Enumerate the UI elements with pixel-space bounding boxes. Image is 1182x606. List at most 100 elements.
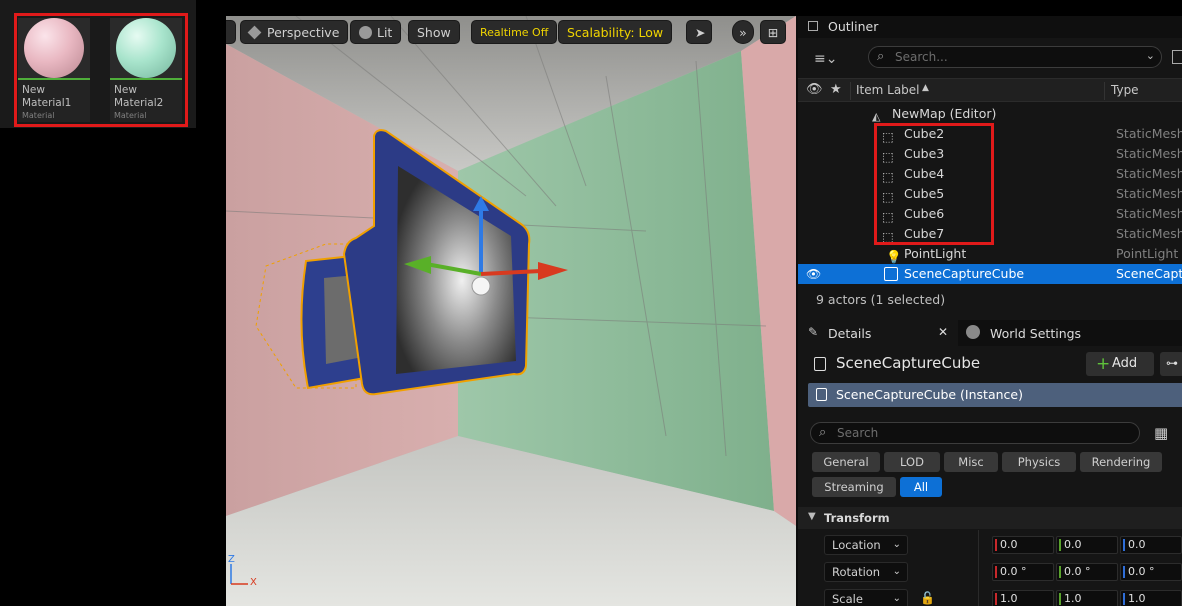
row-type: StaticMeshA: [1116, 126, 1182, 141]
row-type: PointLight: [1116, 246, 1179, 261]
chevron-down-icon: ⌄: [892, 566, 901, 577]
close-icon[interactable]: ✕: [938, 325, 948, 339]
transform-section-title: Transform: [824, 511, 890, 525]
pencil-icon: ✎: [808, 325, 819, 339]
chevron-down-icon: ⌄: [892, 539, 901, 550]
map-icon: ◭: [872, 110, 881, 123]
cursor-arrow-icon: ➤: [695, 25, 706, 40]
transform-section-header[interactable]: ▼ Transform: [798, 507, 1182, 529]
rotation-dropdown[interactable]: Rotation ⌄: [824, 562, 908, 582]
eye-icon[interactable]: 👁: [806, 264, 821, 284]
component-instance-label: SceneCaptureCube (Instance): [836, 387, 1023, 402]
eye-icon[interactable]: 👁: [806, 82, 823, 97]
scale-x-field[interactable]: 1.0: [992, 590, 1054, 606]
viewport-menu-button[interactable]: [226, 20, 236, 44]
details-tab-title[interactable]: Details: [828, 326, 871, 341]
row-name: NewMap (Editor): [892, 106, 997, 121]
outliner-tabbar: Outliner: [798, 16, 1182, 38]
filter-all[interactable]: All: [900, 477, 942, 497]
lit-button[interactable]: Lit: [350, 20, 402, 44]
item-label-column-header[interactable]: Item Label: [856, 83, 920, 97]
select-mode-button[interactable]: ➤: [686, 20, 712, 44]
row-type: StaticMeshA: [1116, 226, 1182, 241]
outliner-row-pointlight[interactable]: 💡 PointLight PointLight: [798, 244, 1182, 264]
globe-icon: [966, 325, 980, 339]
location-x-field[interactable]: 0.0: [992, 536, 1054, 554]
filter-rendering[interactable]: Rendering: [1080, 452, 1162, 472]
details-tab[interactable]: [798, 320, 958, 346]
add-label: Add: [1112, 356, 1138, 371]
outliner-tab-icon: [808, 21, 818, 31]
realtime-label: Realtime Off: [480, 26, 549, 39]
settings-icon[interactable]: [1172, 50, 1182, 64]
lit-label: Lit: [377, 25, 393, 40]
lock-icon[interactable]: 🔓: [920, 591, 935, 605]
type-column-header[interactable]: Type: [1111, 83, 1139, 97]
rotation-label: Rotation: [832, 565, 881, 579]
filter-lod[interactable]: LOD: [884, 452, 940, 472]
layout-button[interactable]: ⊞: [760, 20, 786, 44]
perspective-label: Perspective: [267, 25, 340, 40]
scalability-button[interactable]: Scalability: Low: [558, 20, 673, 44]
scale-label: Scale: [832, 592, 863, 606]
outliner-tab-title[interactable]: Outliner: [828, 19, 878, 34]
blueprint-button[interactable]: ⊶: [1160, 352, 1182, 376]
chevron-down-icon: ⌄: [892, 593, 901, 604]
column-divider: [850, 82, 851, 100]
row-name: PointLight: [904, 246, 967, 261]
chevron-down-icon[interactable]: ⌄: [1146, 49, 1155, 62]
viewport-scene: [226, 16, 796, 606]
object-name: SceneCaptureCube: [836, 354, 981, 372]
filter-misc[interactable]: Misc: [944, 452, 998, 472]
table-view-icon[interactable]: ▦: [1154, 424, 1168, 442]
location-z-field[interactable]: 0.0: [1120, 536, 1182, 554]
row-type: StaticMeshA: [1116, 166, 1182, 181]
details-search-input[interactable]: ⌕ Search: [810, 422, 1140, 444]
lit-sphere-icon: [359, 26, 372, 39]
overflow-button[interactable]: »: [732, 20, 754, 44]
outliner-row-map[interactable]: ◭ NewMap (Editor): [798, 104, 1182, 124]
star-icon[interactable]: ★: [830, 82, 842, 97]
filter-physics[interactable]: Physics: [1002, 452, 1076, 472]
add-component-button[interactable]: + Add: [1086, 352, 1154, 376]
collapse-arrow-icon: ▼: [808, 511, 816, 522]
details-tabbar: ✎ Details ✕ World Settings: [798, 320, 1182, 346]
realtime-off-button[interactable]: Realtime Off: [471, 20, 558, 44]
scale-y-field[interactable]: 1.0: [1056, 590, 1118, 606]
show-button[interactable]: Show: [408, 20, 460, 44]
light-bulb-icon: 💡: [886, 249, 902, 264]
perspective-button[interactable]: Perspective: [240, 20, 349, 44]
rotation-y-field[interactable]: 0.0 °: [1056, 563, 1118, 581]
row-type: SceneCaptu: [1116, 266, 1182, 281]
scale-dropdown[interactable]: Scale ⌄: [824, 589, 908, 606]
highlight-box: [14, 13, 188, 127]
cube-icon: [247, 25, 262, 40]
filter-general[interactable]: General: [812, 452, 880, 472]
rotation-z-field[interactable]: 0.0 °: [1120, 563, 1182, 581]
world-settings-tab[interactable]: World Settings: [990, 326, 1081, 341]
sort-ascending-icon: ▲: [922, 83, 929, 93]
scale-z-field[interactable]: 1.0: [1120, 590, 1182, 606]
filter-icon[interactable]: ≡⌄: [814, 51, 837, 67]
search-placeholder: Search...: [895, 50, 948, 64]
component-instance-row[interactable]: SceneCaptureCube (Instance): [808, 383, 1182, 407]
search-placeholder: Search: [837, 426, 879, 440]
row-type: StaticMeshA: [1116, 186, 1182, 201]
hierarchy-icon: ⊶: [1166, 356, 1178, 370]
level-viewport[interactable]: Z X Perspective Lit Show Realtime Off Sc…: [226, 16, 796, 606]
outliner-panel: Outliner ≡⌄ ⌕ Search... ⌄ 👁 ★ Item Label…: [796, 16, 1182, 320]
location-y-field[interactable]: 0.0: [1056, 536, 1118, 554]
outliner-search-input[interactable]: ⌕ Search... ⌄: [868, 46, 1162, 68]
details-panel: ✎ Details ✕ World Settings SceneCaptureC…: [796, 320, 1182, 606]
outliner-column-header: 👁 ★ Item Label ▲ Type: [798, 78, 1182, 102]
plus-icon: +: [1096, 354, 1111, 374]
filter-streaming[interactable]: Streaming: [812, 477, 896, 497]
location-label: Location: [832, 538, 881, 552]
grid-layout-icon: ⊞: [767, 25, 779, 40]
scene-capture-icon: [884, 267, 898, 281]
axis-x-label: X: [250, 577, 257, 588]
scalability-label: Scalability: Low: [567, 25, 664, 40]
outliner-row-scenecapturecube[interactable]: 👁 SceneCaptureCube SceneCaptu: [798, 264, 1182, 284]
location-dropdown[interactable]: Location ⌄: [824, 535, 908, 555]
rotation-x-field[interactable]: 0.0 °: [992, 563, 1054, 581]
